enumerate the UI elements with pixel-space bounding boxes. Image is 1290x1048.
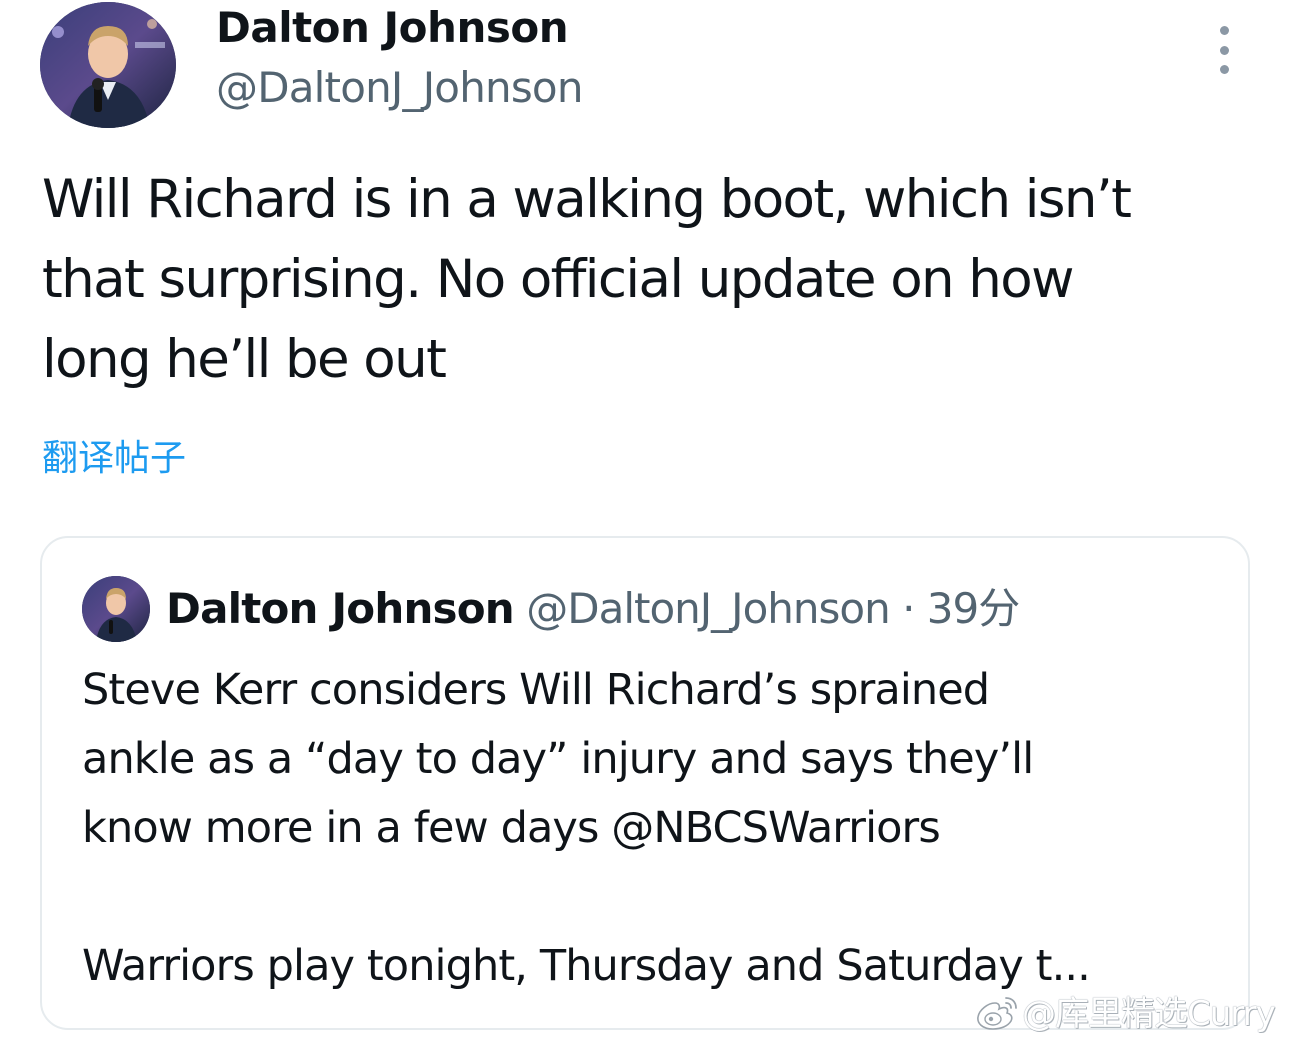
quoted-author-display-name: Dalton Johnson — [166, 584, 515, 633]
more-vertical-icon-dot — [1219, 45, 1229, 55]
author-avatar[interactable] — [40, 2, 176, 128]
weibo-icon — [977, 997, 1017, 1030]
more-options-button[interactable] — [1204, 26, 1244, 74]
translate-post-link[interactable]: 翻译帖子 — [42, 434, 186, 484]
tweet-text: Will Richard is in a walking boot, which… — [42, 169, 1132, 390]
quoted-tweet-text: Steve Kerr considers Will Richard’s spra… — [82, 665, 1091, 991]
more-vertical-icon — [1219, 26, 1229, 35]
quoted-author-handle: @DaltonJ_Johnson — [526, 584, 890, 633]
quoted-tweet-header: Dalton Johnson @DaltonJ_Johnson · 39分 — [166, 580, 1020, 638]
avatar-photo — [40, 2, 176, 128]
quoted-tweet-card[interactable]: Dalton Johnson @DaltonJ_Johnson · 39分 St… — [40, 536, 1250, 1030]
more-vertical-icon-dot — [1219, 65, 1229, 74]
quoted-author-avatar — [82, 576, 150, 642]
quoted-avatar-photo — [82, 576, 150, 642]
author-handle[interactable]: @DaltonJ_Johnson — [216, 60, 583, 116]
quoted-tweet-timestamp: 39分 — [926, 584, 1020, 633]
author-display-name[interactable]: Dalton Johnson — [216, 0, 569, 56]
header-separator: · — [902, 584, 915, 633]
watermark-text: @库里精选Curry — [1022, 994, 1276, 1034]
weibo-watermark: @库里精选Curry — [974, 994, 1276, 1034]
